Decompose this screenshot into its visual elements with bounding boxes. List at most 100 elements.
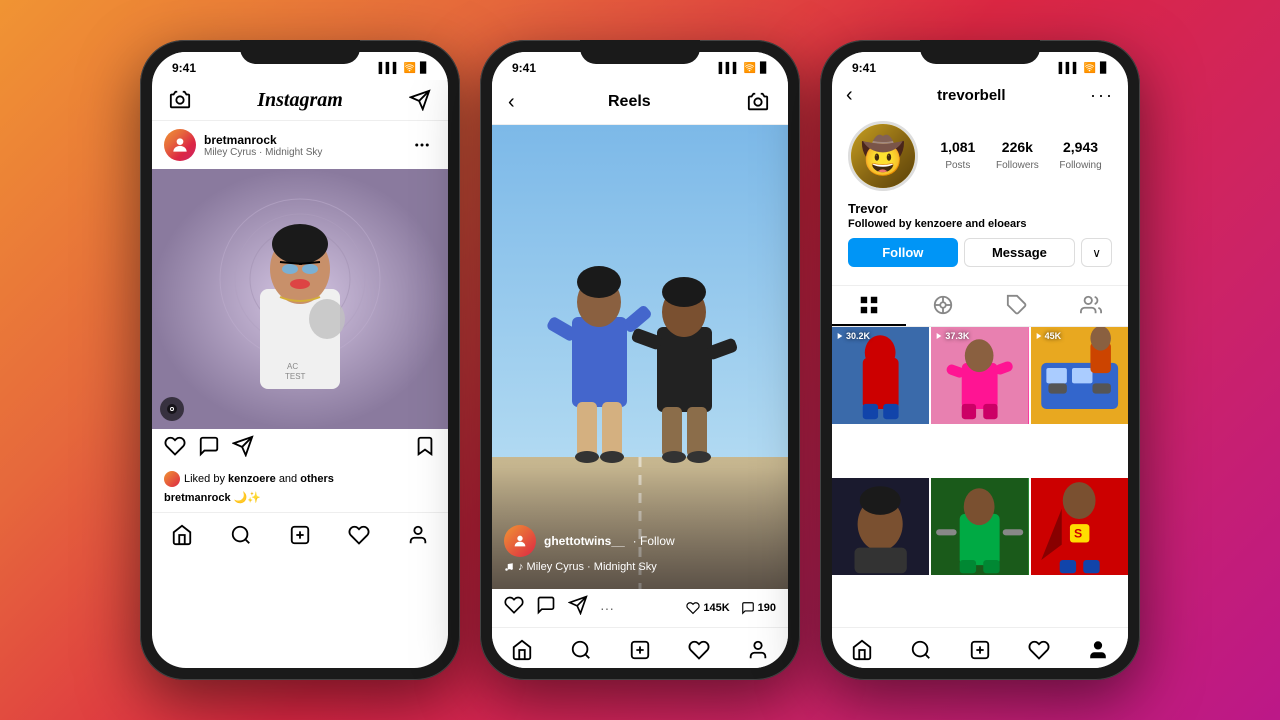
liked-by-others[interactable]: others [300, 473, 334, 485]
nav-home-2[interactable] [502, 636, 542, 664]
phone-2-body: 9:41 ▌▌▌ 🛜 ▊ ‹ Reels [480, 40, 800, 680]
wifi-icon-2: 🛜 [744, 63, 756, 74]
profile-info-row: 1,081 Posts 226k Followers 2,943 Followi… [848, 121, 1112, 191]
chevron-button[interactable]: ∨ [1081, 238, 1112, 267]
followers-label: Followers [996, 160, 1039, 171]
tab-reels[interactable] [906, 286, 980, 326]
phone-1: 9:41 ▌▌▌ 🛜 ▊ Instagram [140, 40, 460, 680]
svg-text:S: S [1074, 526, 1082, 540]
reels-follow-text[interactable]: · Follow [633, 534, 675, 548]
profile-grid: 30.2K 37. [832, 327, 1128, 627]
reels-overlay: ghettotwins__ · Follow ♪ Miley Cyrus · M… [492, 517, 788, 581]
nav-profile-1[interactable] [398, 521, 438, 549]
profile-back-button[interactable]: ‹ [846, 84, 853, 107]
reels-back-button[interactable]: ‹ [508, 91, 515, 114]
like-button[interactable] [164, 435, 186, 463]
status-time-1: 9:41 [172, 61, 196, 75]
grid-play-2: 37.3K [935, 331, 969, 341]
reels-video: ghettotwins__ · Follow ♪ Miley Cyrus · M… [492, 125, 788, 589]
reels-share-button[interactable] [568, 595, 588, 621]
svg-text:AC: AC [287, 362, 298, 371]
tab-people[interactable] [1054, 286, 1128, 326]
stat-posts[interactable]: 1,081 Posts [940, 139, 975, 173]
reels-like-button[interactable] [504, 595, 524, 621]
share-button[interactable] [232, 435, 254, 463]
grid-item-3[interactable]: 45K [1031, 327, 1128, 424]
phone-3-screen: 9:41 ▌▌▌ 🛜 ▊ ‹ trevorbell ··· [832, 52, 1128, 668]
reels-header: ‹ Reels [492, 80, 788, 125]
post-likes: Liked by kenzoere and others [152, 469, 448, 489]
liked-by-text: Liked by kenzoere and others [184, 473, 334, 485]
grid-play-1: 30.2K [836, 331, 870, 341]
grid-item-5[interactable] [931, 478, 1028, 575]
camera-button[interactable] [166, 86, 194, 114]
posts-count: 1,081 [940, 139, 975, 155]
profile-buttons: Follow Message ∨ [848, 238, 1112, 267]
post-user-info: bretmanrock Miley Cyrus · Midnight Sky [204, 133, 400, 158]
profile-name: Trevor [848, 201, 1112, 216]
nav-search-1[interactable] [221, 521, 261, 549]
nav-home-1[interactable] [162, 521, 202, 549]
reels-actions-bottom: ··· 145K 190 [492, 589, 788, 627]
reels-username[interactable]: ghettotwins__ [544, 534, 625, 548]
profile-top: 1,081 Posts 226k Followers 2,943 Followi… [832, 111, 1128, 285]
nav-add-2[interactable] [620, 636, 660, 664]
reels-icon [932, 294, 954, 316]
grid-item-6[interactable]: S [1031, 478, 1128, 575]
signal-icon-2: ▌▌▌ [719, 63, 740, 74]
following-count: 2,943 [1059, 139, 1101, 155]
grid-item-1[interactable]: 30.2K [832, 327, 929, 424]
nav-profile-2[interactable] [738, 636, 778, 664]
grid-item-2[interactable]: 37.3K [931, 327, 1028, 424]
profile-avatar[interactable] [848, 121, 918, 191]
nav-add-3[interactable] [960, 636, 1000, 664]
reels-avatar[interactable] [504, 525, 536, 557]
post-more-button[interactable] [408, 131, 436, 159]
stat-followers[interactable]: 226k Followers [996, 139, 1039, 173]
nav-profile-3[interactable] [1078, 636, 1118, 664]
send-button[interactable] [406, 86, 434, 114]
follow-button[interactable]: Follow [848, 238, 958, 267]
comment-button[interactable] [198, 435, 220, 463]
nav-add-1[interactable] [280, 521, 320, 549]
grid-play-3: 45K [1035, 331, 1062, 341]
phone-1-body: 9:41 ▌▌▌ 🛜 ▊ Instagram [140, 40, 460, 680]
nav-heart-2[interactable] [679, 636, 719, 664]
nav-heart-1[interactable] [339, 521, 379, 549]
stat-following[interactable]: 2,943 Following [1059, 139, 1101, 173]
followed-user2[interactable]: eloears [988, 218, 1027, 230]
nav-heart-3[interactable] [1019, 636, 1059, 664]
following-label: Following [1059, 160, 1101, 171]
followed-user1[interactable]: kenzoere [915, 218, 963, 230]
battery-icon-2: ▊ [760, 63, 768, 74]
liked-by-username[interactable]: kenzoere [228, 473, 276, 485]
reels-comments-count: 190 [758, 602, 776, 614]
nav-search-3[interactable] [901, 636, 941, 664]
reels-user-row: ghettotwins__ · Follow [504, 525, 776, 557]
nav-home-3[interactable] [842, 636, 882, 664]
phone-2-screen: 9:41 ▌▌▌ 🛜 ▊ ‹ Reels [492, 52, 788, 668]
profile-more-button[interactable]: ··· [1090, 85, 1114, 106]
reels-camera-button[interactable] [744, 88, 772, 116]
reels-comment-button[interactable] [536, 595, 556, 621]
signal-icon-3: ▌▌▌ [1059, 63, 1080, 74]
followers-count: 226k [996, 139, 1039, 155]
reels-more-button[interactable]: ··· [600, 600, 614, 616]
grid-item-4[interactable] [832, 478, 929, 575]
tab-tagged[interactable] [980, 286, 1054, 326]
phone-1-screen: 9:41 ▌▌▌ 🛜 ▊ Instagram [152, 52, 448, 668]
post-avatar[interactable] [164, 129, 196, 161]
message-button[interactable]: Message [964, 238, 1076, 267]
battery-icon-3: ▊ [1100, 63, 1108, 74]
wifi-icon-3: 🛜 [1084, 63, 1096, 74]
tab-grid[interactable] [832, 286, 906, 326]
ig-header: Instagram [152, 80, 448, 121]
save-button[interactable] [414, 435, 436, 463]
nav-search-2[interactable] [561, 636, 601, 664]
post-username[interactable]: bretmanrock [204, 133, 400, 147]
profile-stats: 1,081 Posts 226k Followers 2,943 Followi… [930, 139, 1112, 173]
comment-icon-small [741, 601, 755, 615]
bottom-nav-2 [492, 627, 788, 668]
bottom-nav-3 [832, 627, 1128, 668]
phone-2: 9:41 ▌▌▌ 🛜 ▊ ‹ Reels [480, 40, 800, 680]
